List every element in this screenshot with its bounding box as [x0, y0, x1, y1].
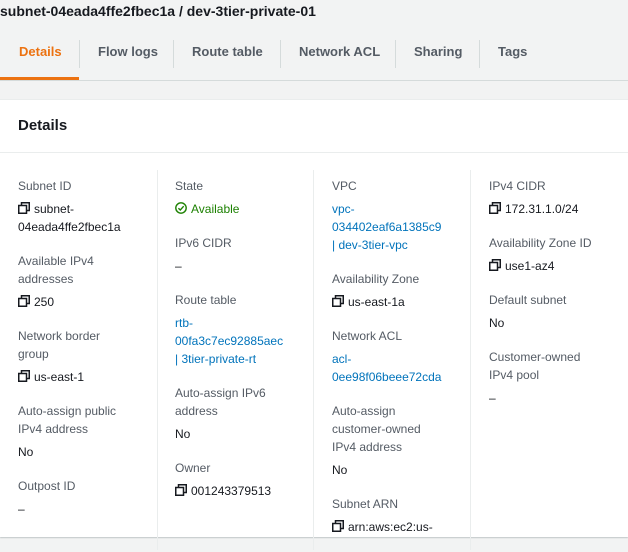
ipv6-cidr-value: – [175, 259, 182, 273]
field-route-table: Route table rtb- 00fa3c7ec92885aec | 3tier… [175, 291, 315, 368]
state-value: Available [191, 202, 240, 216]
tab-divider [395, 40, 396, 68]
copy-icon[interactable] [332, 520, 344, 532]
field-availability-zone-id: Availability Zone ID use1-az4 [489, 234, 628, 275]
field-ipv6-cidr: IPv6 CIDR – [175, 234, 315, 275]
field-subnet-id: Subnet ID subnet- 04eada4ffe2fbec1a [18, 177, 158, 236]
field-vpc: VPC vpc- 034402eaf6a1385c9 | dev-3tier-vpc [332, 177, 472, 254]
field-state: State Available [175, 177, 315, 218]
tab-divider [479, 40, 480, 68]
field-label: Outpost ID [18, 479, 76, 493]
field-label: Availability Zone ID [489, 236, 592, 250]
field-label: Network border group [18, 329, 101, 361]
field-outpost-id: Outpost ID – [18, 477, 158, 518]
field-label: State [175, 179, 204, 193]
availability-zone-value: us-east-1a [348, 295, 405, 309]
copy-icon[interactable] [489, 202, 501, 214]
field-label: VPC [332, 179, 357, 193]
page-title: subnet-04eada4ffe2fbec1a / dev-3tier-pri… [0, 3, 316, 19]
network-acl-link[interactable]: acl- 0ee98f06beee72cda [332, 350, 472, 386]
tab-sharing[interactable]: Sharing [414, 44, 462, 59]
copy-icon[interactable] [18, 295, 30, 307]
copy-icon[interactable] [332, 295, 344, 307]
tab-details[interactable]: Details [19, 44, 62, 59]
field-label: IPv4 CIDR [489, 179, 546, 193]
auto-assign-public-value: No [18, 445, 34, 459]
tab-tags[interactable]: Tags [498, 44, 527, 59]
field-label: Auto-assign public IPv4 address [18, 404, 117, 436]
field-label: Owner [175, 461, 211, 475]
copy-icon[interactable] [18, 370, 30, 382]
field-label: Auto-assign customer-owned IPv4 address [332, 404, 421, 454]
owner-value: 001243379513 [191, 484, 272, 498]
auto-assign-ipv6-value: No [175, 427, 191, 441]
subnet-arn-value: arn:aws:ec2:us- [348, 520, 433, 534]
field-label: Auto-assign IPv6 address [175, 386, 266, 418]
copy-icon[interactable] [175, 484, 187, 496]
available-ipv4-value: 250 [34, 295, 55, 309]
tab-bar: Details Flow logs Route table Network AC… [0, 30, 628, 81]
details-column-3: VPC vpc- 034402eaf6a1385c9 | dev-3tier-vpc… [332, 177, 472, 552]
field-auto-assign-public-ipv4: Auto-assign public IPv4 address No [18, 402, 158, 461]
field-customer-owned-ipv4-pool: Customer-owned IPv4 pool – [489, 348, 628, 407]
field-value: us-east-1 [18, 368, 158, 386]
field-auto-assign-customer-owned: Auto-assign customer-owned IPv4 address No [332, 402, 472, 479]
field-network-acl: Network ACL acl- 0ee98f06beee72cda [332, 327, 472, 386]
network-border-group-value: us-east-1 [34, 370, 85, 384]
tab-network-acl[interactable]: Network ACL [299, 44, 380, 59]
check-circle-icon [175, 202, 187, 214]
default-subnet-value: No [489, 316, 505, 330]
field-value: 001243379513 [175, 482, 315, 500]
details-column-4: IPv4 CIDR 172.31.1.0/24 Availability Zon… [489, 177, 628, 423]
field-auto-assign-ipv6: Auto-assign IPv6 address No [175, 384, 315, 443]
tab-divider [173, 40, 174, 68]
field-value: 172.31.1.0/24 [489, 200, 628, 218]
field-subnet-arn: Subnet ARN arn:aws:ec2:us- [332, 495, 472, 536]
details-column-1: Subnet ID subnet- 04eada4ffe2fbec1a Avail… [18, 177, 158, 534]
field-value: arn:aws:ec2:us- [332, 518, 472, 536]
panel-header: Details [0, 100, 628, 153]
field-label: Network ACL [332, 329, 403, 343]
active-tab-indicator [0, 77, 79, 80]
auto-assign-customer-owned-value: No [332, 463, 348, 477]
state-status: Available [175, 200, 315, 218]
details-panel: Details Subnet ID subnet- 04eada4ffe2fbec… [0, 99, 628, 550]
field-label: Customer-owned IPv4 pool [489, 350, 581, 382]
field-label: Availability Zone [332, 272, 420, 286]
field-value: use1-az4 [489, 257, 628, 275]
tab-route-table[interactable]: Route table [192, 44, 263, 59]
field-value: subnet- 04eada4ffe2fbec1a [18, 200, 158, 236]
route-table-link[interactable]: rtb- 00fa3c7ec92885aec | 3tier-private-rt [175, 314, 315, 368]
field-availability-zone: Availability Zone us-east-1a [332, 270, 472, 311]
outpost-id-value: – [18, 502, 25, 516]
field-ipv4-cidr: IPv4 CIDR 172.31.1.0/24 [489, 177, 628, 218]
field-value: us-east-1a [332, 293, 472, 311]
panel-title: Details [18, 117, 68, 134]
field-label: Subnet ARN [332, 497, 399, 511]
field-label: Default subnet [489, 293, 567, 307]
field-label: Available IPv4 addresses [18, 254, 94, 286]
field-value: 250 [18, 293, 158, 311]
field-label: IPv6 CIDR [175, 236, 232, 250]
details-column-2: State Available IPv6 CIDR – Route table … [175, 177, 315, 516]
availability-zone-id-value: use1-az4 [505, 259, 555, 273]
subnet-id-value-cont: 04eada4ffe2fbec1a [18, 220, 121, 234]
tab-divider [280, 40, 281, 68]
tab-flow-logs[interactable]: Flow logs [98, 44, 158, 59]
copy-icon[interactable] [18, 202, 30, 214]
tab-divider [79, 40, 80, 68]
field-label: Route table [175, 293, 237, 307]
subnet-id-value: subnet- [34, 202, 75, 216]
copy-icon[interactable] [489, 259, 501, 271]
field-owner: Owner 001243379513 [175, 459, 315, 500]
field-available-ipv4: Available IPv4 addresses 250 [18, 252, 158, 311]
field-label: Subnet ID [18, 179, 72, 193]
ipv4-cidr-value: 172.31.1.0/24 [505, 202, 579, 216]
vpc-link[interactable]: vpc- 034402eaf6a1385c9 | dev-3tier-vpc [332, 200, 472, 254]
customer-owned-pool-value: – [489, 391, 496, 405]
field-default-subnet: Default subnet No [489, 291, 628, 332]
field-network-border-group: Network border group us-east-1 [18, 327, 158, 386]
